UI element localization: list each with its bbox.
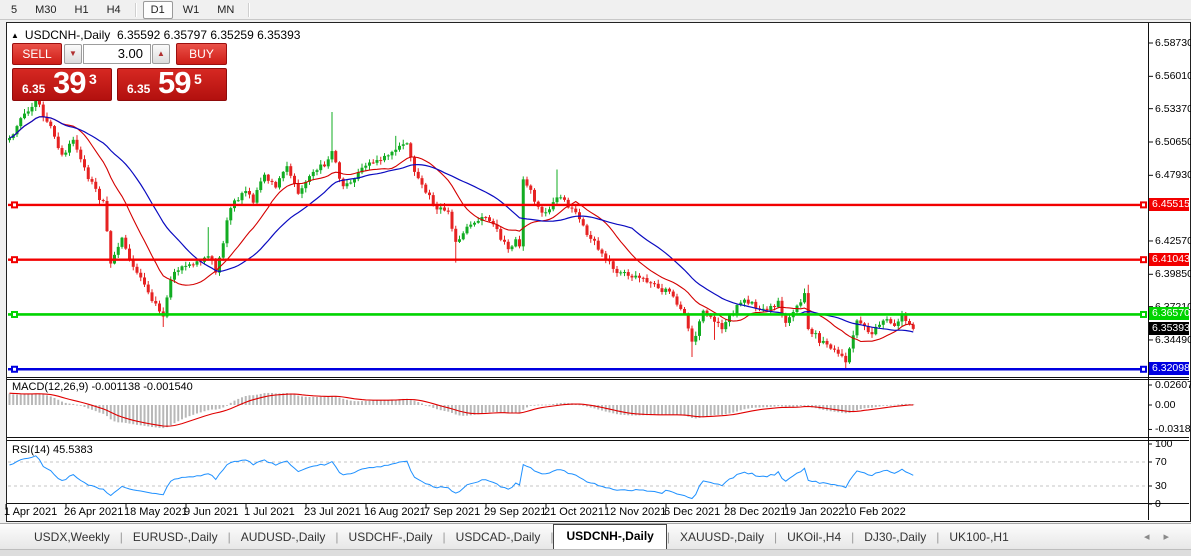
hline-handle-center xyxy=(13,368,16,371)
tab-audusd-daily[interactable]: AUDUSD-,Daily xyxy=(231,526,336,549)
price-axis-tick-label: 6.39850 xyxy=(1155,268,1191,280)
sell-price-small: 6.35 xyxy=(22,82,45,96)
date-axis-label: 28 Dec 2021 xyxy=(724,506,786,518)
collapse-triangle-icon[interactable]: ▲ xyxy=(11,31,19,40)
tab-ukoil-h4[interactable]: UKOil-,H4 xyxy=(777,526,851,549)
ma-slow-line xyxy=(10,117,914,332)
buy-button[interactable]: BUY xyxy=(176,43,227,65)
tab-uk100-h1[interactable]: UK100-,H1 xyxy=(939,526,1018,549)
hline-price-label[interactable]: 6.32098 xyxy=(1149,362,1189,375)
chart-symbol-period: USDCNH-,Daily xyxy=(25,28,110,42)
sell-price-big: 39 xyxy=(53,65,85,101)
rsi-axis-label: 30 xyxy=(1155,480,1167,492)
date-axis-label: 23 Jul 2021 xyxy=(304,506,361,518)
date-axis-label: 9 Jun 2021 xyxy=(184,506,238,518)
current-price-label: 6.35393 xyxy=(1149,322,1189,335)
date-axis-label: 19 Jan 2022 xyxy=(784,506,845,518)
macd-axis-label: -0.03187 xyxy=(1155,423,1191,435)
price-axis-tick-label: 6.53370 xyxy=(1155,103,1191,115)
chart-tab-bar: USDX,Weekly|EURUSD-,Daily|AUDUSD-,Daily|… xyxy=(0,523,1191,549)
buy-price-big: 59 xyxy=(158,65,190,101)
price-axis-tick-label: 6.34490 xyxy=(1155,334,1191,346)
hline-handle-center xyxy=(1142,368,1145,371)
tab-usdx-weekly[interactable]: USDX,Weekly xyxy=(24,526,120,549)
date-axis-label: 29 Sep 2021 xyxy=(484,506,546,518)
tab-dj30-daily[interactable]: DJ30-,Daily xyxy=(854,526,936,549)
hline-price-label[interactable]: 6.36570 xyxy=(1149,307,1189,320)
macd-axis-label: 0.02607 xyxy=(1155,379,1191,391)
hline-handle-center xyxy=(1142,203,1145,206)
hline-handle-center xyxy=(13,203,16,206)
tab-xauusd-daily[interactable]: XAUUSD-,Daily xyxy=(670,526,774,549)
buy-price-sup: 5 xyxy=(194,71,202,87)
date-axis-label: 7 Sep 2021 xyxy=(424,506,480,518)
date-axis-label: 18 May 2021 xyxy=(124,506,188,518)
date-axis-label: 6 Dec 2021 xyxy=(664,506,720,518)
status-strip xyxy=(0,549,1191,556)
buy-price-small: 6.35 xyxy=(127,82,150,96)
hline-price-label[interactable]: 6.45515 xyxy=(1149,198,1189,211)
date-axis-label: 16 Aug 2021 xyxy=(364,506,426,518)
rsi-axis-label: 100 xyxy=(1155,438,1173,450)
hline-handle-center xyxy=(13,258,16,261)
date-axis-label: 10 Feb 2022 xyxy=(844,506,906,518)
main-price-pane xyxy=(8,93,915,369)
volume-input[interactable]: 3.00 xyxy=(83,44,151,64)
volume-increase-button[interactable]: ▲ xyxy=(152,44,170,64)
macd-pane xyxy=(9,393,915,428)
volume-decrease-button[interactable]: ▼ xyxy=(64,44,82,64)
hline-handle-center xyxy=(1142,313,1145,316)
date-axis-label: 12 Nov 2021 xyxy=(604,506,666,518)
chart-ohlc-quote: 6.35592 6.35797 6.35259 6.35393 xyxy=(117,28,301,42)
hline-handle-center xyxy=(1142,258,1145,261)
price-axis-tick-label: 6.42570 xyxy=(1155,235,1191,247)
tab-usdcnh-daily[interactable]: USDCNH-,Daily xyxy=(553,524,666,549)
spinner-down-icon: ▼ xyxy=(69,49,77,58)
date-axis-label: 1 Jul 2021 xyxy=(244,506,295,518)
macd-axis-label: 0.00 xyxy=(1155,399,1175,411)
price-axis-tick-label: 6.56010 xyxy=(1155,70,1191,82)
rsi-indicator-label: RSI(14) 45.5383 xyxy=(12,444,93,456)
price-axis-tick-label: 6.58730 xyxy=(1155,37,1191,49)
one-click-trading-panel: SELL ▼ 3.00 ▲ BUY 6.35 39 3 6.35 59 5 xyxy=(12,43,227,101)
hline-handle-center xyxy=(13,313,16,316)
rsi-axis-label: 0 xyxy=(1155,498,1161,510)
chart-title: ▲ USDCNH-,Daily 6.35592 6.35797 6.35259 6… xyxy=(11,28,300,42)
rsi-axis-label: 70 xyxy=(1155,456,1167,468)
sell-button[interactable]: SELL xyxy=(12,43,62,65)
hline-price-label[interactable]: 6.41043 xyxy=(1149,253,1189,266)
date-axis-label: 21 Oct 2021 xyxy=(544,506,604,518)
date-axis-label: 26 Apr 2021 xyxy=(64,506,123,518)
ma-fast-line xyxy=(10,117,914,342)
mt4-application: 5M30H1H4D1W1MN ▲USDCNH-,Daily 6.35592 6.… xyxy=(0,0,1191,556)
tab-usdcad-daily[interactable]: USDCAD-,Daily xyxy=(446,526,551,549)
price-axis-tick-label: 6.47930 xyxy=(1155,169,1191,181)
buy-quote-box[interactable]: 6.35 59 5 xyxy=(117,68,227,101)
sell-quote-box[interactable]: 6.35 39 3 xyxy=(12,68,112,101)
tab-scroll-arrows-icon[interactable]: ◂▸ xyxy=(1144,530,1183,543)
sell-price-sup: 3 xyxy=(89,71,97,87)
macd-indicator-label: MACD(12,26,9) -0.001138 -0.001540 xyxy=(12,381,193,393)
date-axis-label: 1 Apr 2021 xyxy=(4,506,57,518)
tab-usdchf-daily[interactable]: USDCHF-,Daily xyxy=(339,526,443,549)
price-axis-tick-label: 6.50650 xyxy=(1155,136,1191,148)
tab-eurusd-daily[interactable]: EURUSD-,Daily xyxy=(123,526,228,549)
spinner-up-icon: ▲ xyxy=(157,49,165,58)
